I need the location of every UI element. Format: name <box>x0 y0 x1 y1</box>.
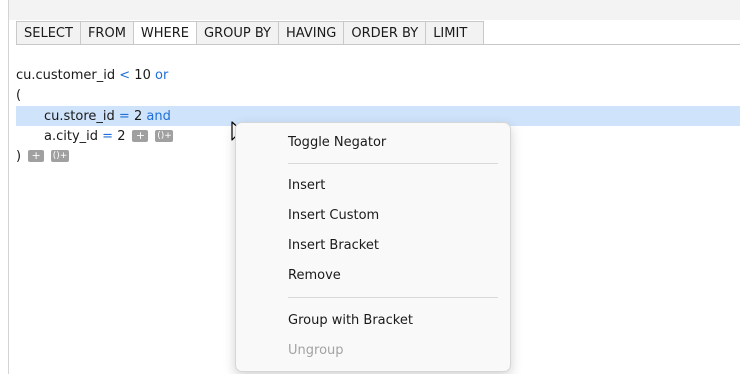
field-name[interactable]: a.city_id <box>44 129 98 144</box>
top-strip <box>8 0 740 20</box>
menu-item-remove[interactable]: Remove <box>288 263 341 287</box>
menu-item-insert-custom[interactable]: Insert Custom <box>288 203 379 227</box>
menu-item-group-with-bracket[interactable]: Group with Bracket <box>288 308 413 332</box>
tab-having[interactable]: HAVING <box>278 21 344 45</box>
menu-item-insert[interactable]: Insert <box>288 173 325 197</box>
logic-connector[interactable]: or <box>155 68 168 83</box>
add-bracket-button[interactable]: ()+ <box>155 130 174 142</box>
field-name[interactable]: cu.store_id <box>44 109 115 124</box>
tab-group-by[interactable]: GROUP BY <box>196 21 278 45</box>
value[interactable]: 10 <box>134 68 151 83</box>
logic-connector[interactable]: and <box>146 109 170 124</box>
query-builder-window: SELECT FROM WHERE GROUP BY HAVING ORDER … <box>0 0 740 374</box>
tab-order-by[interactable]: ORDER BY <box>343 21 426 45</box>
operator[interactable]: < <box>119 68 130 83</box>
open-bracket: ( <box>16 87 22 103</box>
operator[interactable]: = <box>119 109 130 124</box>
tab-limit[interactable]: LIMIT <box>425 21 485 45</box>
clause-tab-bar: SELECT FROM WHERE GROUP BY HAVING ORDER … <box>16 21 485 45</box>
field-name[interactable]: cu.customer_id <box>16 68 115 83</box>
close-bracket: ) <box>16 148 22 164</box>
left-border <box>8 0 9 374</box>
menu-item-toggle-negator[interactable]: Toggle Negator <box>288 130 386 154</box>
operator[interactable]: = <box>102 129 113 144</box>
tab-where[interactable]: WHERE <box>132 21 197 45</box>
menu-separator <box>288 163 498 164</box>
open-bracket-line[interactable]: ( <box>16 85 740 105</box>
condition-line[interactable]: cu.customer_id < 10 or <box>16 65 740 85</box>
tab-select[interactable]: SELECT <box>16 21 80 45</box>
add-condition-button[interactable]: + <box>28 150 45 162</box>
context-menu: Toggle Negator Insert Insert Custom Inse… <box>235 122 511 372</box>
value[interactable]: 2 <box>134 109 142 124</box>
menu-item-insert-bracket[interactable]: Insert Bracket <box>288 233 379 257</box>
menu-item-ungroup: Ungroup <box>288 342 344 358</box>
value[interactable]: 2 <box>117 129 125 144</box>
menu-separator <box>288 297 498 298</box>
add-bracket-button[interactable]: ()+ <box>51 150 70 162</box>
tab-from[interactable]: FROM <box>79 21 133 45</box>
add-condition-button[interactable]: + <box>132 130 149 142</box>
